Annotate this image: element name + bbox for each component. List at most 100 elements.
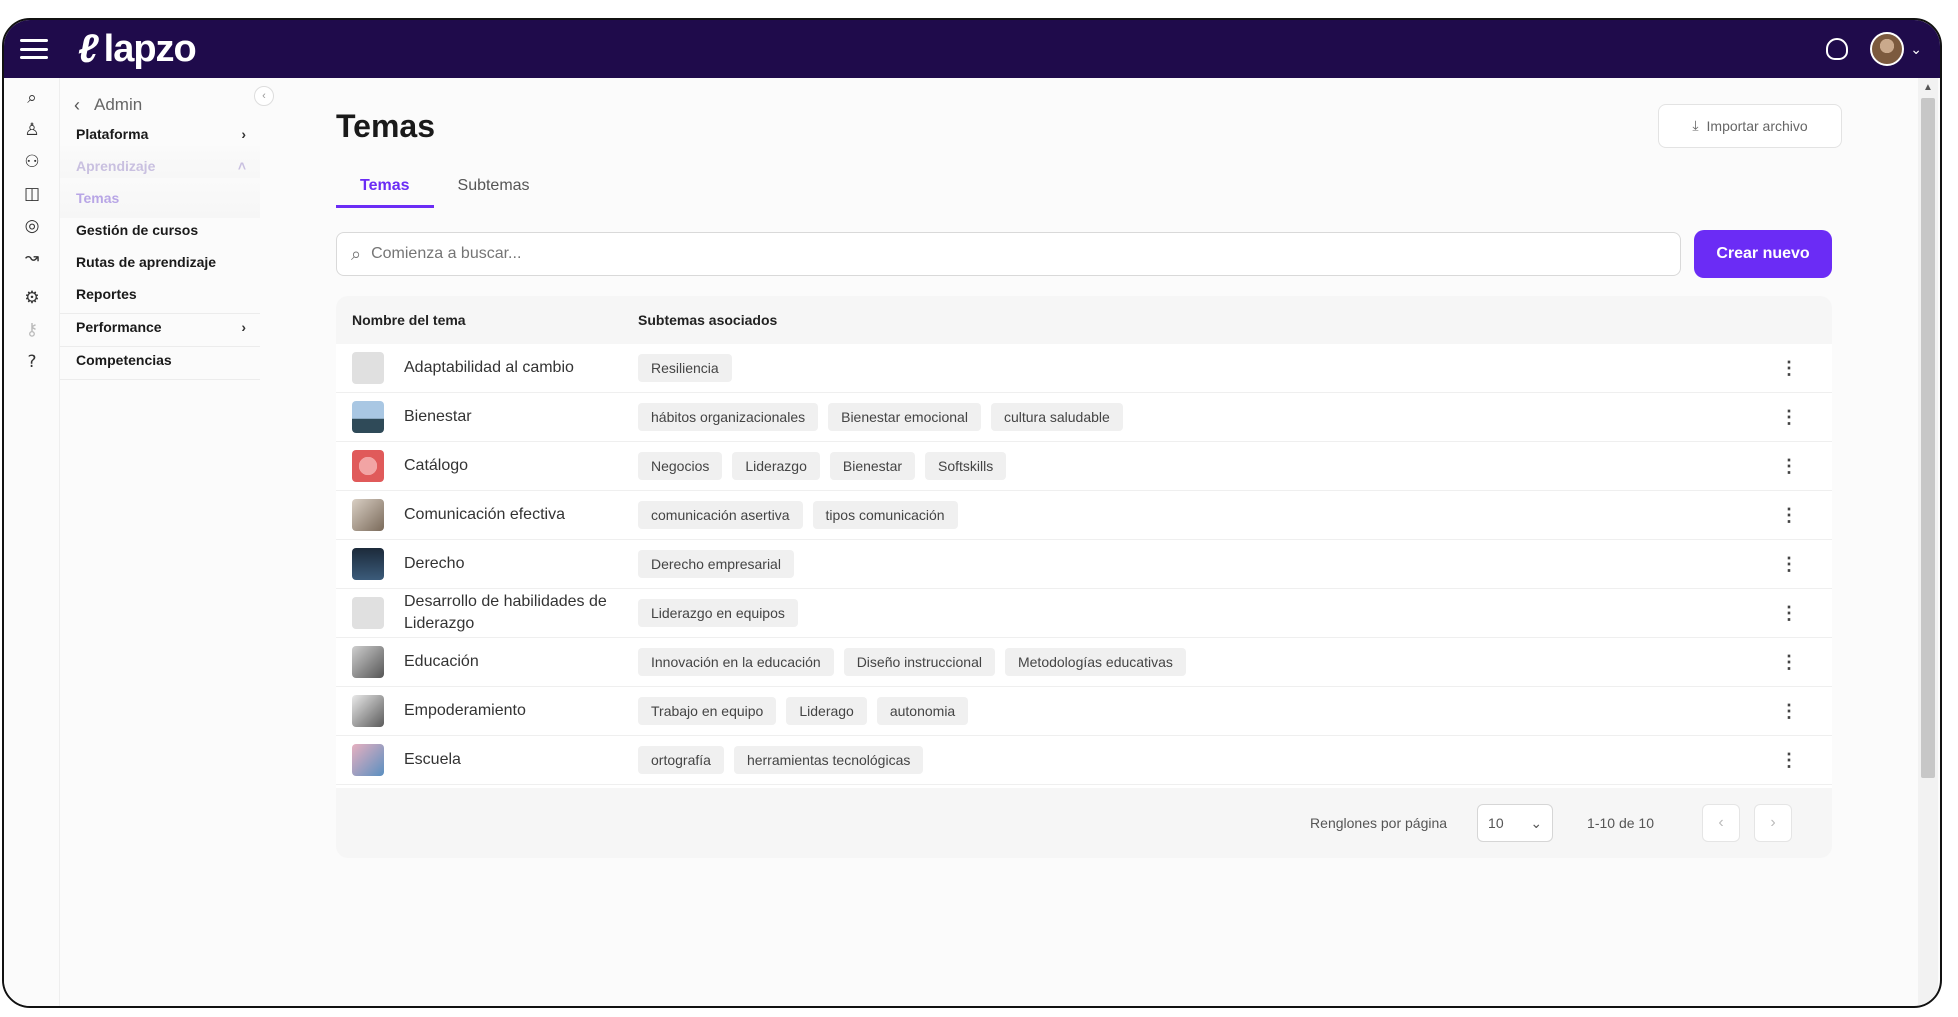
chevron-right-icon: ›: [241, 318, 246, 335]
icon-rail: ⌕ ♙ ⚇ ◫ ◎ ↝ ⚙ ⚷ ?: [4, 78, 60, 1006]
rows-per-page-select[interactable]: 10 ⌄: [1477, 804, 1554, 842]
chevron-right-icon: ›: [241, 125, 246, 142]
sidebar-item-label: Reportes: [76, 285, 137, 302]
subtopic-chip: Liderazgo en equipos: [638, 599, 798, 627]
more-options-icon[interactable]: ⋮: [1780, 554, 1798, 575]
top-bar: ℓ lapzo ⌄: [4, 20, 1940, 78]
scrollbar[interactable]: ▲: [1918, 78, 1938, 1006]
more-options-icon[interactable]: ⋮: [1780, 750, 1798, 771]
topic-name: Educación: [404, 653, 479, 670]
chevron-down-icon: ⌄: [1530, 814, 1543, 831]
more-options-icon[interactable]: ⋮: [1780, 505, 1798, 526]
topic-name: Catálogo: [404, 457, 469, 474]
chevron-down-icon[interactable]: ⌄: [1910, 41, 1922, 58]
next-page-button[interactable]: ›: [1754, 804, 1792, 842]
table-body: Adaptabilidad al cambio Resiliencia ⋮ Biene…: [336, 344, 1832, 834]
column-header-name[interactable]: Nombre del tema: [336, 312, 638, 328]
tab-temas[interactable]: Temas: [336, 168, 434, 208]
help-icon[interactable]: ?: [22, 352, 42, 372]
user-icon[interactable]: ♙: [22, 120, 42, 140]
tab-subtemas[interactable]: Subtemas: [434, 168, 554, 208]
topic-thumbnail: [352, 548, 384, 580]
rows-per-page-value: 10: [1488, 815, 1504, 831]
subtopic-chips: Negocios Liderazgo Bienestar Softskills: [638, 452, 1007, 480]
chevron-up-icon: ˄: [237, 157, 246, 174]
subtopic-chip: autonomia: [876, 697, 969, 725]
subtopic-chip: herramientas tecnológicas: [733, 746, 924, 774]
topic-name: Empoderamiento: [404, 702, 526, 719]
subtopic-chip: hábitos organizacionales: [638, 403, 819, 431]
table-row[interactable]: Bienestar hábitos organizacionales Bienest…: [336, 393, 1832, 442]
sidebar-item-label: Rutas de aprendizaje: [76, 254, 217, 270]
table-row[interactable]: Empoderamiento Trabajo en equipo Liderago a…: [336, 687, 1832, 736]
topic-thumbnail: [352, 499, 384, 531]
book-icon[interactable]: ◫: [22, 184, 42, 204]
sidebar-item-label: Performance: [76, 318, 162, 335]
column-header-subtopics[interactable]: Subtemas asociados: [638, 312, 777, 328]
subtopic-chip: comunicación asertiva: [638, 501, 803, 529]
subtopic-chips: Liderazgo en equipos: [638, 599, 798, 627]
more-options-icon[interactable]: ⋮: [1780, 652, 1798, 673]
topics-table: Nombre del tema Subtemas asociados Adapt…: [336, 296, 1832, 834]
more-options-icon[interactable]: ⋮: [1780, 701, 1798, 722]
topic-thumbnail: [352, 597, 384, 629]
key-icon[interactable]: ⚷: [22, 320, 42, 340]
user-avatar[interactable]: [1870, 32, 1905, 66]
scroll-thumb[interactable]: [1921, 98, 1935, 778]
brand-logo[interactable]: ℓ lapzo: [78, 26, 197, 72]
topic-thumbnail: [352, 744, 384, 776]
subtopic-chip: Softskills: [925, 452, 1007, 480]
subtopic-chip: cultura saludable: [990, 403, 1123, 431]
prev-page-button[interactable]: ‹: [1702, 804, 1740, 842]
collapse-sidebar-button[interactable]: ‹: [254, 86, 274, 106]
subtopic-chips: Derecho empresarial: [638, 550, 794, 578]
subtopic-chip: Bienestar: [829, 452, 916, 480]
subtopic-chip: Diseño instruccional: [843, 648, 995, 676]
chevron-left-icon: ‹: [74, 94, 80, 115]
more-options-icon[interactable]: ⋮: [1780, 407, 1798, 428]
sidebar-item-competencias[interactable]: Competencias: [60, 340, 260, 380]
table-row[interactable]: Desarrollo de habilidades de Liderazgo Li…: [336, 589, 1832, 638]
table-row[interactable]: Educación Innovación en la educación Diseñ…: [336, 638, 1832, 687]
topic-name: Desarrollo de habilidades de Liderazgo: [404, 593, 607, 632]
table-row[interactable]: Escuela ortografía herramientas tecnológic…: [336, 736, 1832, 785]
table-row[interactable]: Adaptabilidad al cambio Resiliencia ⋮: [336, 344, 1832, 393]
subtopic-chip: Negocios: [638, 452, 723, 480]
menu-icon[interactable]: [20, 39, 48, 59]
subtopic-chips: Trabajo en equipo Liderago autonomia: [638, 697, 969, 725]
topic-name: Derecho: [404, 555, 465, 572]
subtopic-chip: ortografía: [638, 746, 724, 774]
sidebar-item-label: Plataforma: [76, 125, 149, 142]
topic-name: Escuela: [404, 751, 461, 768]
table-header: Nombre del tema Subtemas asociados: [336, 296, 1832, 344]
more-options-icon[interactable]: ⋮: [1780, 603, 1798, 624]
settings-icon[interactable]: ⚙: [22, 288, 42, 308]
table-row[interactable]: Comunicación efectiva comunicación aserti…: [336, 491, 1832, 540]
download-icon: ⤓: [1692, 118, 1699, 134]
more-options-icon[interactable]: ⋮: [1780, 358, 1798, 379]
sidebar-item-label: Gestión de cursos: [76, 222, 199, 238]
logo-mark-icon: ℓ: [78, 26, 99, 71]
rows-per-page-label: Renglones por página: [1310, 815, 1448, 831]
subtopic-chip: Liderago: [786, 697, 867, 725]
page-title: Temas: [336, 108, 436, 144]
search-input[interactable]: [371, 245, 1572, 263]
users-icon[interactable]: ⚇: [22, 152, 42, 172]
goal-icon[interactable]: ◎: [22, 216, 42, 236]
create-new-button[interactable]: Crear nuevo: [1694, 230, 1832, 278]
scroll-up-icon[interactable]: ▲: [1923, 82, 1933, 93]
tab-bar: Temas Subtemas: [336, 168, 554, 208]
subtopic-chips: comunicación asertiva tipos comunicación: [638, 501, 958, 529]
search-icon[interactable]: ⌕: [22, 88, 42, 108]
table-row[interactable]: Derecho Derecho empresarial ⋮: [336, 540, 1832, 589]
import-file-label: Importar archivo: [1706, 118, 1808, 134]
table-row[interactable]: Catálogo Negocios Liderazgo Bienestar Softsk…: [336, 442, 1832, 491]
import-file-button[interactable]: ⤓ Importar archivo: [1658, 104, 1842, 148]
notifications-icon[interactable]: [1826, 38, 1849, 60]
topic-thumbnail: [352, 401, 384, 433]
route-icon[interactable]: ↝: [22, 248, 42, 268]
more-options-icon[interactable]: ⋮: [1780, 456, 1798, 477]
sidebar-back-label: Admin: [94, 95, 143, 114]
sidebar-item-label: Competencias: [76, 351, 172, 368]
subtopic-chips: Innovación en la educación Diseño instruc…: [638, 648, 1186, 676]
